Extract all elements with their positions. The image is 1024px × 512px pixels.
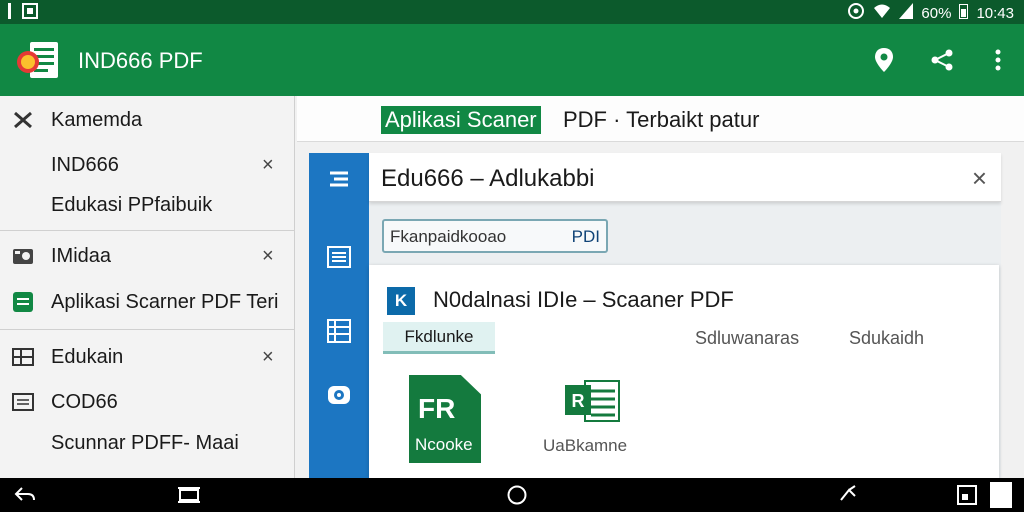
spreadsheet-file-icon[interactable]: R — [563, 377, 623, 427]
sidebar-item-ind666[interactable]: IND666 × — [0, 145, 295, 185]
close-icon[interactable]: × — [262, 346, 274, 369]
app-title: IND666 PDF — [78, 48, 203, 73]
sidebar-item-label: COD66 — [51, 390, 118, 413]
sheet-icon — [11, 291, 35, 313]
sidebar-item-edukain[interactable]: Edukain × — [0, 337, 295, 377]
svg-text:R: R — [572, 391, 585, 411]
close-icon[interactable]: × — [972, 163, 987, 194]
app-bar: IND666 PDF — [0, 24, 1024, 96]
more-vert-icon[interactable] — [984, 46, 1012, 74]
tools-icon — [11, 109, 35, 131]
app-switch-icon[interactable] — [990, 482, 1012, 508]
status-bar: 60% 10:43 — [0, 0, 1024, 24]
system-nav-bar — [0, 478, 1024, 512]
recents-icon[interactable] — [177, 483, 201, 507]
table-icon — [11, 346, 35, 368]
file-tile-fr[interactable]: FR Ncooke — [409, 375, 481, 463]
divider — [0, 230, 295, 231]
search-placeholder: Fkanpaidkooao — [390, 227, 507, 246]
content-panel: Edu666 – Adlukabbi × Fkanpaidkooao PDI K… — [369, 153, 1001, 478]
list-icon[interactable] — [323, 241, 355, 273]
search-input[interactable]: Fkanpaidkooao PDI — [382, 219, 608, 253]
main-header: Aplikasi Scaner PDF · Terbaikt patur — [297, 96, 1024, 142]
sidebar-item-label: Kamemda — [51, 108, 143, 131]
panel-title: Edu666 – Adlukabbi — [381, 165, 595, 192]
sidebar-item-label: IND666 — [51, 153, 119, 176]
sidebar-item-aplikasi[interactable]: Aplikasi Scarner PDF Teri — [0, 282, 295, 322]
photo-icon — [11, 245, 35, 267]
back-icon[interactable] — [13, 483, 37, 507]
tab-second[interactable]: Sdluwanaras — [695, 328, 799, 349]
side-rail — [309, 153, 369, 478]
sidebar-item-kamemda[interactable]: Kamemda — [0, 100, 295, 140]
signal-icon — [8, 3, 12, 23]
sidebar-item-label: IMidaa — [51, 244, 112, 267]
grid-list-icon[interactable] — [323, 315, 355, 347]
close-icon[interactable]: × — [262, 154, 274, 177]
cell-signal-icon — [899, 3, 914, 23]
divider — [0, 329, 295, 330]
share-nav-icon[interactable] — [836, 483, 860, 507]
eye-icon[interactable] — [323, 379, 355, 411]
sidebar-item-label: Aplikasi Scarner PDF Teri — [51, 290, 279, 313]
tab-third[interactable]: Sdukaidh — [849, 328, 924, 349]
clock: 10:43 — [976, 4, 1014, 22]
sidebar-item-label: Edukasi PPfaibuik — [51, 193, 213, 216]
close-icon[interactable]: × — [262, 245, 274, 268]
sidebar-item-label: Scunnar PDFF- Maai — [51, 431, 239, 454]
k-badge-icon: K — [387, 287, 415, 315]
app-logo-icon — [16, 40, 60, 80]
home-icon[interactable] — [505, 483, 529, 507]
search-tag: PDI — [571, 227, 600, 246]
highlighted-title: Aplikasi Scaner — [381, 106, 541, 134]
tab-active[interactable]: Fkdlunke — [383, 322, 495, 354]
panel-title-bar: Edu666 – Adlukabbi × — [369, 153, 1001, 202]
sidebar-item-imidaa[interactable]: IMidaa × — [0, 236, 295, 276]
file-caption: UaBkamne — [543, 436, 628, 455]
battery-text: 60% — [921, 4, 952, 22]
menu-icon[interactable] — [323, 163, 355, 195]
location-status-icon — [847, 2, 865, 24]
screenshot-icon[interactable] — [955, 483, 979, 507]
location-pin-icon[interactable] — [870, 46, 898, 74]
sidebar-item-cod66[interactable]: COD66 — [0, 382, 295, 422]
document-icon — [11, 391, 35, 413]
battery-icon — [959, 3, 969, 23]
sidebar: Kamemda IND666 × Edukasi PPfaibuik IMida… — [0, 96, 295, 478]
file-tile-label: Ncooke — [415, 435, 473, 454]
gallery-notification-icon — [22, 3, 38, 23]
wifi-icon — [873, 3, 891, 23]
file-tile-letters: FR — [418, 393, 456, 424]
sidebar-item-edukasi[interactable]: Edukasi PPfaibuik — [0, 185, 295, 225]
share-icon[interactable] — [928, 46, 956, 74]
card-title: N0dalnasi IDIe – Scaaner PDF — [433, 287, 734, 312]
document-card: K N0dalnasi IDIe – Scaaner PDF Fkdlunke … — [369, 265, 999, 478]
sidebar-item-label: Edukain — [51, 345, 124, 368]
sidebar-item-scunnar[interactable]: Scunnar PDFF- Maai — [0, 423, 295, 463]
header-subtitle: PDF · Terbaikt patur — [563, 107, 760, 132]
